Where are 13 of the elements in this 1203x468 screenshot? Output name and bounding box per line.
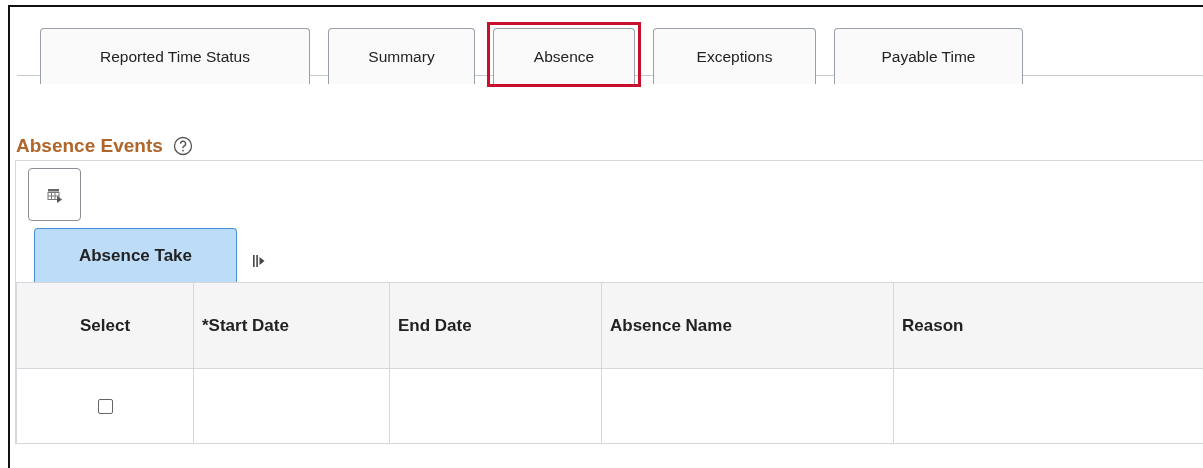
tab[interactable]: Absence xyxy=(487,22,641,87)
help-icon[interactable] xyxy=(172,136,193,156)
grid-tab[interactable]: Absence Take xyxy=(34,228,237,282)
section-title: Absence Events xyxy=(16,135,163,157)
column-header: End Date xyxy=(389,282,602,369)
table-arrow-icon xyxy=(46,186,63,203)
column-header: Absence Name xyxy=(601,282,894,369)
personalize-grid-button[interactable] xyxy=(28,168,81,221)
column-header: Select xyxy=(16,282,194,369)
select-checkbox[interactable] xyxy=(97,399,113,414)
column-header: *Start Date xyxy=(193,282,390,369)
column-header: Reason xyxy=(893,282,1203,369)
show-all-columns-icon[interactable] xyxy=(253,254,265,268)
